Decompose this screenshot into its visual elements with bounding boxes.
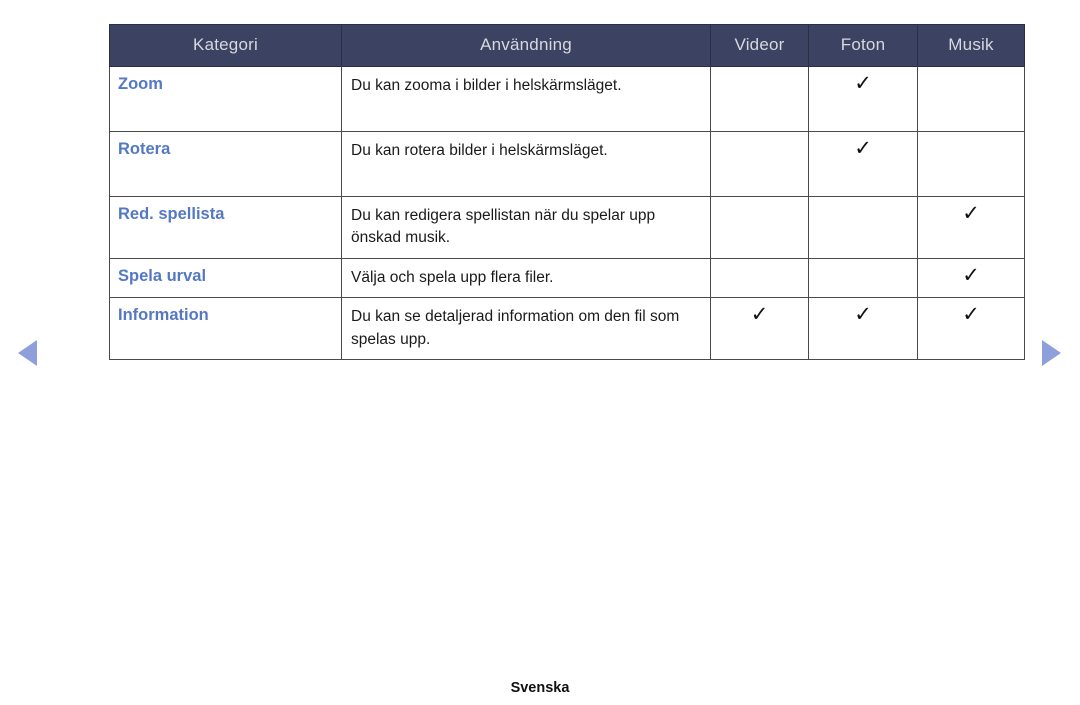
cell-musik: ✓ bbox=[917, 131, 1025, 197]
language-footer: Svenska bbox=[510, 680, 570, 696]
cell-foton: ✓ bbox=[808, 257, 918, 299]
cell-videor: ✓ bbox=[710, 131, 809, 197]
column-header-foton: Foton bbox=[808, 24, 918, 67]
feature-comparison-table: Kategori Användning Videor Foton Musik Z… bbox=[109, 24, 1025, 361]
cell-musik: ✓ bbox=[917, 297, 1025, 361]
cell-category: Rotera bbox=[109, 131, 342, 197]
cell-musik: ✓ bbox=[917, 196, 1025, 259]
cell-usage: Du kan redigera spellistan när du spelar… bbox=[341, 196, 711, 259]
manual-page: Kategori Användning Videor Foton Musik Z… bbox=[0, 0, 1080, 705]
cell-usage: Du kan rotera bilder i helskärmsläget. bbox=[341, 131, 711, 197]
column-header-videor: Videor bbox=[710, 24, 809, 67]
table-row: Information Du kan se detaljerad informa… bbox=[109, 297, 1025, 361]
table-header: Kategori Användning Videor Foton Musik bbox=[109, 24, 1025, 67]
cell-foton: ✓ bbox=[808, 131, 918, 197]
cell-videor: ✓ bbox=[710, 297, 809, 361]
table-row: Zoom Du kan zooma i bilder i helskärmslä… bbox=[109, 66, 1025, 132]
check-icon: ✓ bbox=[854, 303, 872, 327]
table-row: Rotera Du kan rotera bilder i helskärmsl… bbox=[109, 131, 1025, 197]
check-icon: ✓ bbox=[962, 263, 980, 287]
table-header-row: Kategori Användning Videor Foton Musik bbox=[109, 24, 1025, 67]
cell-category: Spela urval bbox=[109, 257, 342, 299]
cell-videor: ✓ bbox=[710, 66, 809, 132]
table-row: Spela urval Välja och spela upp flera fi… bbox=[109, 257, 1025, 299]
cell-videor: ✓ bbox=[710, 196, 809, 259]
column-header-anvandning: Användning bbox=[341, 24, 711, 67]
check-icon: ✓ bbox=[962, 303, 980, 327]
cell-musik: ✓ bbox=[917, 66, 1025, 132]
cell-category: Red. spellista bbox=[109, 196, 342, 259]
cell-foton: ✓ bbox=[808, 66, 918, 132]
check-icon: ✓ bbox=[854, 137, 872, 160]
column-header-musik: Musik bbox=[917, 24, 1025, 67]
check-icon: ✓ bbox=[750, 303, 769, 327]
column-header-kategori: Kategori bbox=[109, 24, 342, 67]
check-icon: ✓ bbox=[962, 202, 980, 225]
table-row: Red. spellista Du kan redigera spellista… bbox=[109, 196, 1025, 259]
cell-usage: Du kan se detaljerad information om den … bbox=[341, 297, 711, 361]
cell-usage: Välja och spela upp flera filer. bbox=[341, 257, 711, 299]
cell-videor: ✓ bbox=[710, 257, 809, 299]
cell-foton: ✓ bbox=[808, 297, 918, 361]
cell-category: Zoom bbox=[109, 66, 342, 132]
table-body: Zoom Du kan zooma i bilder i helskärmslä… bbox=[109, 66, 1025, 361]
cell-category: Information bbox=[109, 297, 342, 361]
triangle-right-icon[interactable] bbox=[1042, 340, 1061, 366]
cell-musik: ✓ bbox=[917, 257, 1025, 299]
triangle-left-icon[interactable] bbox=[18, 340, 37, 366]
check-icon: ✓ bbox=[854, 72, 872, 95]
cell-usage: Du kan zooma i bilder i helskärmsläget. bbox=[341, 66, 711, 132]
cell-foton: ✓ bbox=[808, 196, 918, 259]
